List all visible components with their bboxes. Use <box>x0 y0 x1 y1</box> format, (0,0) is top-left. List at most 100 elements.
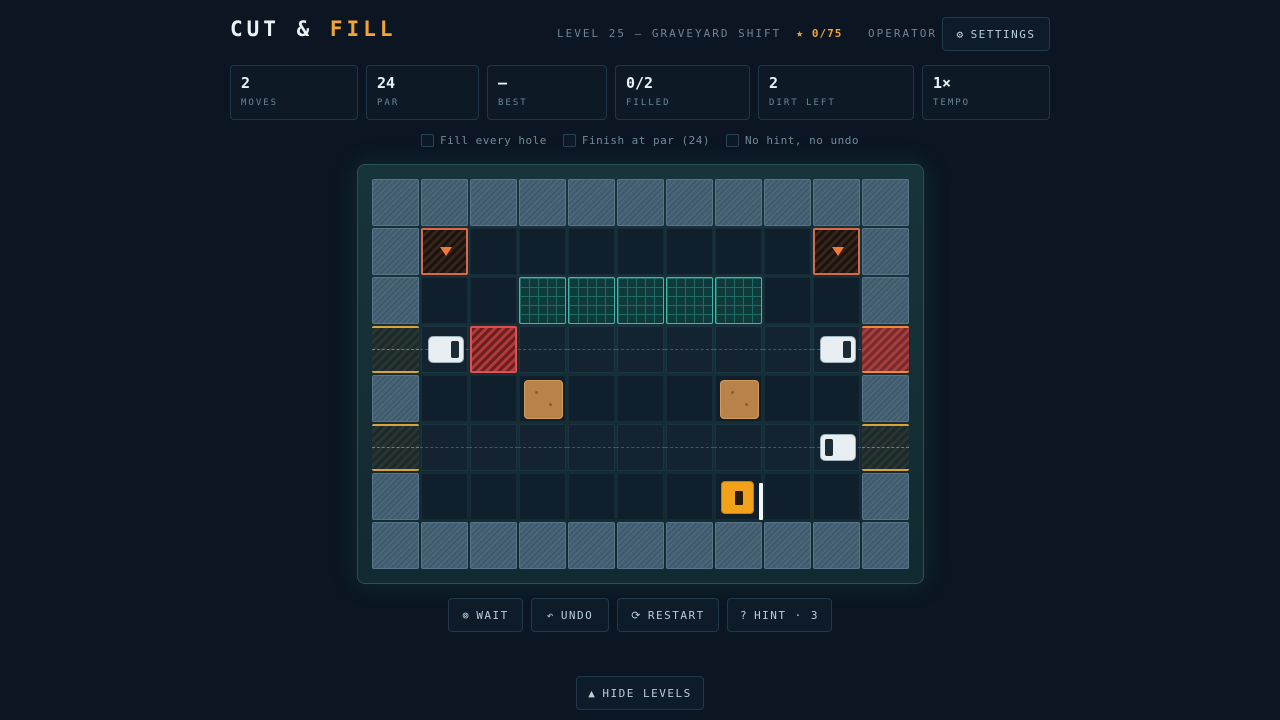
wall-tile <box>372 228 419 275</box>
stat-label: BEST <box>498 98 528 108</box>
board-grid[interactable] <box>372 179 909 569</box>
wall-tile <box>470 522 517 569</box>
wall-tile <box>764 522 811 569</box>
car-windshield <box>825 439 833 456</box>
floor-tile <box>470 473 517 520</box>
objective-finish-at-par: Finish at par (24) <box>562 134 711 147</box>
wall-tile <box>862 228 909 275</box>
road-lane-tile <box>518 424 567 471</box>
logo-word-cut: CUT <box>230 17 280 41</box>
stat-value: 1× <box>933 74 952 92</box>
stat-label: MOVES <box>241 98 279 108</box>
wall-tile <box>715 522 762 569</box>
star-count: 0/75 <box>811 27 843 40</box>
wait-icon: ⊚ <box>462 608 471 622</box>
floor-tile <box>764 473 811 520</box>
wall-tile <box>372 375 419 422</box>
floor-tile <box>470 277 517 324</box>
gate-tile <box>862 424 909 471</box>
car-windshield <box>451 341 459 358</box>
stat-value: 24 <box>377 74 396 92</box>
wall-tile <box>862 522 909 569</box>
floor-tile <box>617 375 664 422</box>
wall-tile <box>617 179 664 226</box>
hide-levels-button[interactable]: ▲ HIDE LEVELS <box>576 676 704 710</box>
stat-dirt-left: 2 DIRT LEFT <box>758 65 914 120</box>
undo-button[interactable]: ↶ UNDO <box>531 598 609 632</box>
wall-tile <box>715 179 762 226</box>
floor-tile <box>568 375 615 422</box>
objective-label: Finish at par (24) <box>581 134 711 147</box>
floor-tile <box>519 228 566 275</box>
road-lane-tile <box>714 326 763 373</box>
wall-tile <box>813 522 860 569</box>
down-arrow-icon <box>832 247 844 256</box>
dirt-block <box>720 380 759 419</box>
floor-tile <box>617 473 664 520</box>
road-lane-tile <box>812 424 861 471</box>
fill-pad-tile <box>568 277 615 324</box>
hide-levels-label: HIDE LEVELS <box>602 686 692 700</box>
road-lane-tile <box>420 326 469 373</box>
road-lane-tile <box>665 424 714 471</box>
hint-button[interactable]: ? HINT · 3 <box>727 598 832 632</box>
operator-label: OPERATOR <box>868 27 937 40</box>
floor-tile <box>470 228 517 275</box>
road-lane-tile <box>567 424 616 471</box>
floor-tile <box>764 277 811 324</box>
hole-tile <box>421 228 468 275</box>
wall-tile <box>617 522 664 569</box>
floor-tile <box>764 375 811 422</box>
objective-label: No hint, no undo <box>745 134 860 147</box>
restart-icon: ⟳ <box>631 608 642 622</box>
wall-tile <box>372 277 419 324</box>
wall-tile <box>421 522 468 569</box>
floor-tile <box>813 277 860 324</box>
road-lane-tile <box>665 326 714 373</box>
stat-value: 0/2 <box>626 74 654 92</box>
floor-tile <box>666 473 713 520</box>
dirt-block <box>524 380 563 419</box>
stat-label: FILLED <box>626 98 671 108</box>
wall-tile <box>862 473 909 520</box>
wall-tile <box>372 473 419 520</box>
settings-label: SETTINGS <box>970 27 1036 41</box>
stat-value: — <box>498 74 508 92</box>
floor-tile <box>666 375 713 422</box>
gate-tile <box>372 424 419 471</box>
road-lane-tile <box>763 326 812 373</box>
settings-button[interactable]: ⚙ SETTINGS <box>942 17 1050 51</box>
floor-tile <box>421 375 468 422</box>
game-logo: CUT & FILL <box>230 17 396 41</box>
wait-button[interactable]: ⊚ WAIT <box>448 598 523 632</box>
fill-pad-tile <box>715 277 762 324</box>
floor-tile <box>470 375 517 422</box>
gear-icon: ⚙ <box>956 27 965 41</box>
stat-best: — BEST <box>487 65 607 120</box>
car-icon <box>820 336 856 363</box>
car-windshield <box>843 341 851 358</box>
fill-pad-tile <box>617 277 664 324</box>
wall-tile <box>372 179 419 226</box>
floor-tile <box>568 228 615 275</box>
undo-label: UNDO <box>560 608 594 622</box>
logo-word-fill: FILL <box>329 17 397 41</box>
road-lane-tile <box>714 424 763 471</box>
wall-tile <box>862 277 909 324</box>
floor-tile <box>666 228 713 275</box>
road-lane-tile <box>420 424 469 471</box>
down-arrow-icon <box>440 247 452 256</box>
wall-tile <box>372 522 419 569</box>
wall-tile <box>862 375 909 422</box>
game-board[interactable] <box>357 164 924 584</box>
restart-button[interactable]: ⟳ RESTART <box>617 598 719 632</box>
hint-icon: ? <box>739 608 749 622</box>
wall-tile <box>764 179 811 226</box>
floor-tile <box>715 375 762 422</box>
logo-ampersand: & <box>296 17 314 41</box>
floor-tile <box>764 228 811 275</box>
bulldozer-icon[interactable] <box>721 481 763 520</box>
hint-label: HINT · 3 <box>754 608 820 622</box>
fill-pad-tile <box>666 277 713 324</box>
floor-tile <box>715 228 762 275</box>
